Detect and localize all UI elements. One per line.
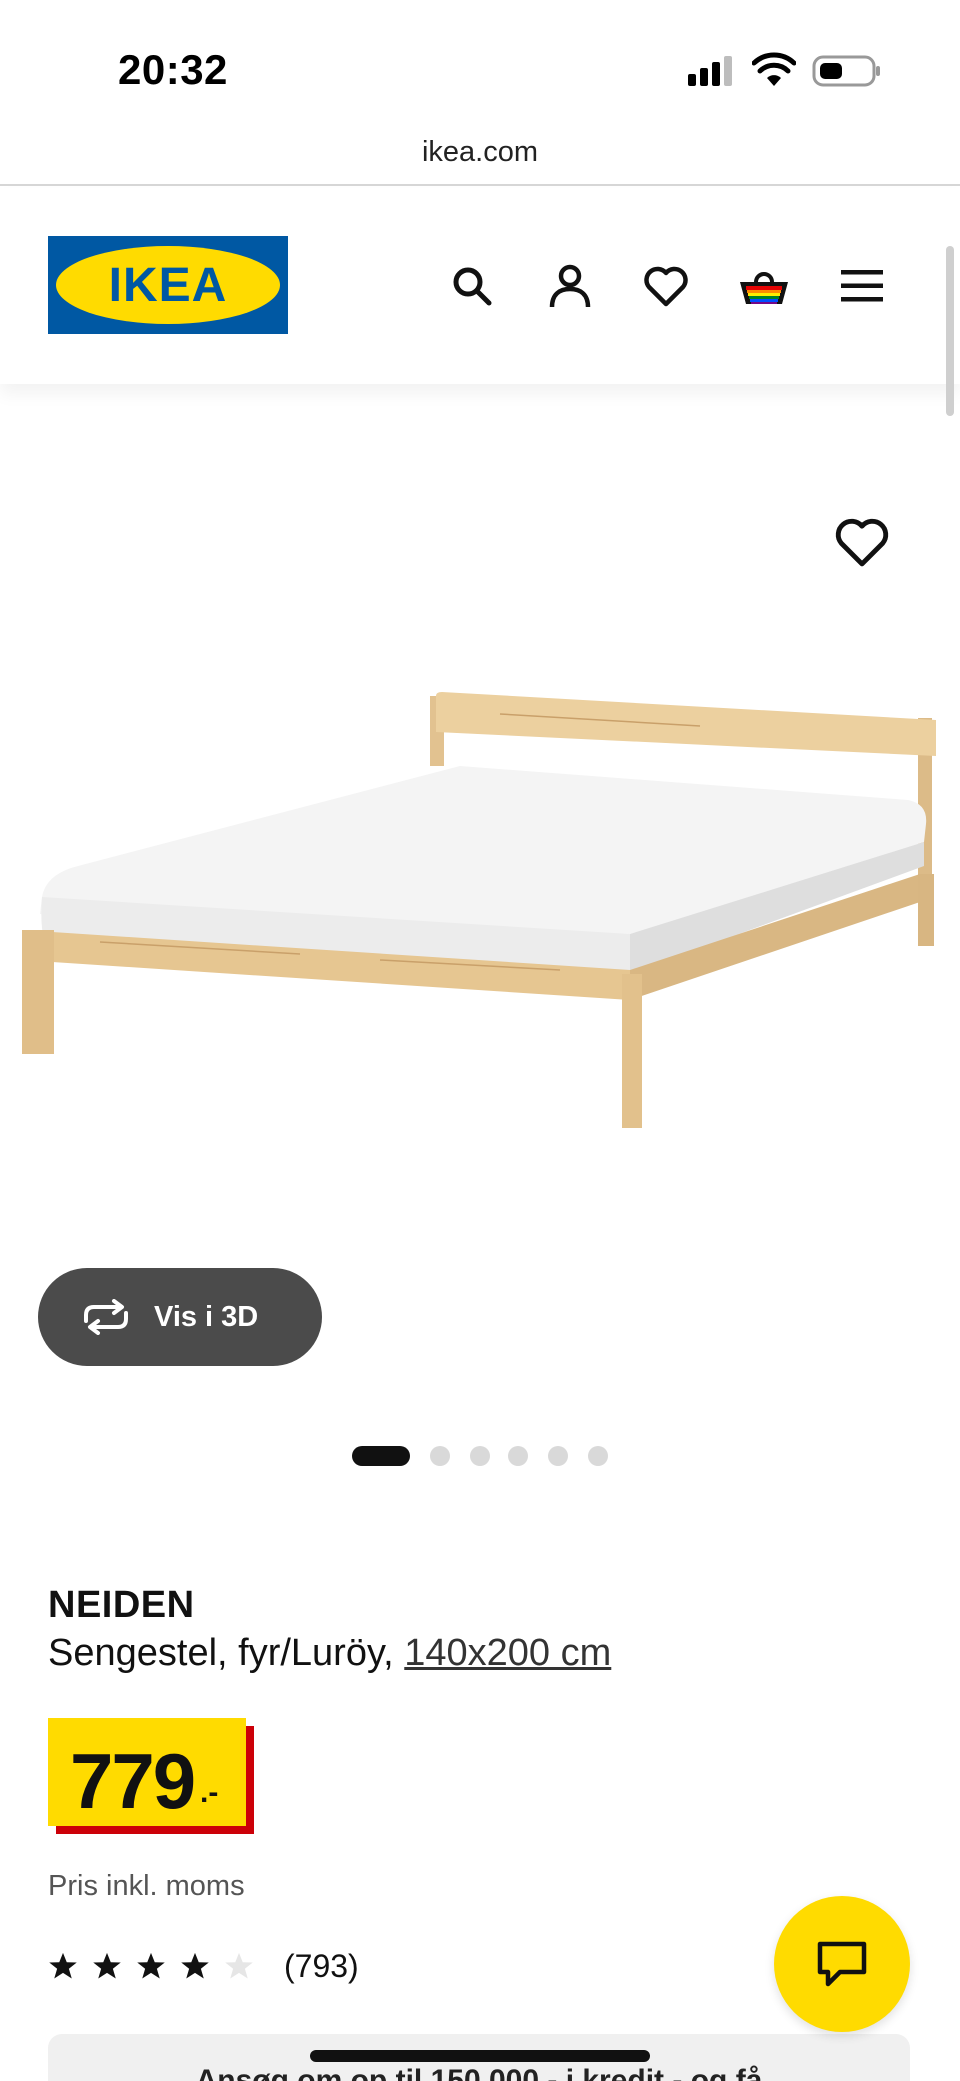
price-tag-face: 779 .-: [48, 1718, 246, 1826]
star-filled-icon: [49, 1952, 77, 1979]
product-description-text: Sengestel, fyr/Luröy,: [48, 1632, 394, 1674]
status-bar: 20:32: [0, 0, 960, 120]
product-image-gallery[interactable]: Vis i 3D: [0, 384, 960, 1366]
product-rating[interactable]: (793): [48, 1946, 359, 1986]
image-carousel-indicator: [0, 1444, 960, 1468]
wifi-icon: [752, 52, 796, 86]
save-to-wishlist-heart-icon[interactable]: [834, 516, 890, 568]
logo-text: IKEA: [108, 259, 228, 312]
basket-icon[interactable]: [738, 260, 790, 312]
status-time: 20:32: [118, 46, 228, 93]
site-header: IKEA: [0, 188, 960, 416]
account-icon[interactable]: [544, 260, 596, 312]
product-description: Sengestel, fyr/Luröy, 140x200 cm: [48, 1632, 611, 1675]
view-in-3d-button[interactable]: Vis i 3D: [38, 1268, 322, 1366]
price-suffix: .-: [200, 1776, 219, 1809]
carousel-dot-5[interactable]: [548, 1446, 568, 1466]
star-filled-icon: [93, 1952, 121, 1979]
chat-bubble-icon: [817, 1941, 867, 1987]
home-indicator[interactable]: [310, 2050, 650, 2062]
product-name: NEIDEN: [48, 1584, 195, 1626]
chat-button[interactable]: [774, 1896, 910, 2032]
star-filled-icon: [181, 1952, 209, 1979]
price-tag: 779 .-: [48, 1718, 254, 1834]
carousel-dot-2[interactable]: [430, 1446, 450, 1466]
rating-count: (793): [284, 1947, 359, 1984]
search-icon[interactable]: [446, 260, 498, 312]
price-amount: 779: [70, 1737, 196, 1825]
carousel-dot-6[interactable]: [588, 1446, 608, 1466]
ikea-logo[interactable]: IKEA: [48, 236, 288, 334]
rotate-3d-icon: [84, 1299, 128, 1335]
star-filled-icon: [137, 1952, 165, 1979]
carousel-dot-4[interactable]: [508, 1446, 528, 1466]
wishlist-icon[interactable]: [640, 260, 692, 312]
view-in-3d-label: Vis i 3D: [154, 1300, 259, 1333]
battery-icon: [812, 55, 880, 87]
carousel-dot-1[interactable]: [352, 1446, 410, 1466]
star-empty-icon: [225, 1952, 253, 1979]
browser-url-bar[interactable]: ikea.com: [0, 120, 960, 186]
price-note: Pris inkl. moms: [48, 1870, 245, 1902]
url-text: ikea.com: [421, 135, 539, 168]
cellular-signal-icon: [688, 56, 732, 86]
carousel-dot-3[interactable]: [470, 1446, 490, 1466]
bed-product-image: [22, 692, 936, 1128]
credit-banner-text: Ansøg om op til 150.000,- i kredit - og …: [195, 2064, 763, 2081]
menu-icon[interactable]: [836, 260, 888, 312]
product-size-link[interactable]: 140x200 cm: [404, 1632, 611, 1674]
